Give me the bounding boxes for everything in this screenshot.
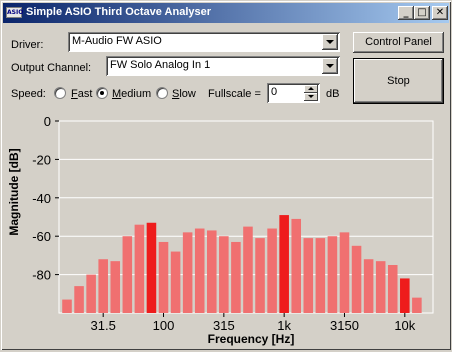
band-bar xyxy=(243,226,253,313)
output-channel-label: Output Channel: xyxy=(11,62,92,74)
title-bar[interactable]: ASIO Simple ASIO Third Octave Analyser _… xyxy=(3,3,449,23)
output-channel-value: FW Solo Analog In 1 xyxy=(110,59,211,71)
asio-app-icon: ASIO xyxy=(6,7,24,18)
band-bar xyxy=(182,232,193,313)
band-bar xyxy=(219,236,229,313)
y-tick-label: -20 xyxy=(32,152,51,167)
band-bar xyxy=(170,251,181,313)
speed-slow-radio[interactable] xyxy=(156,87,168,99)
fullscale-label: Fullscale = xyxy=(208,88,261,100)
band-bar xyxy=(303,238,314,313)
spin-up-icon[interactable] xyxy=(304,85,318,93)
band-bar xyxy=(412,297,422,313)
band-bar xyxy=(339,232,350,313)
band-bar xyxy=(122,236,133,313)
speed-fast-label[interactable]: Fast xyxy=(71,88,92,100)
band-bar xyxy=(158,241,169,313)
band-bar xyxy=(231,241,241,313)
speed-fast-radio[interactable] xyxy=(54,87,66,99)
band-bar xyxy=(98,259,108,313)
maximize-button[interactable]: □ xyxy=(414,6,430,20)
driver-label: Driver: xyxy=(11,39,44,51)
output-channel-dropdown[interactable]: FW Solo Analog In 1 xyxy=(106,56,340,76)
band-bar xyxy=(194,228,205,313)
y-tick-label: -60 xyxy=(32,229,51,244)
band-bar xyxy=(291,218,302,313)
minimize-button[interactable]: _ xyxy=(398,6,414,20)
window-title: Simple ASIO Third Octave Analyser xyxy=(26,6,212,18)
band-bar xyxy=(315,238,326,313)
band-bar xyxy=(206,230,217,313)
y-tick-label: 0 xyxy=(44,114,51,129)
driver-value: M-Audio FW ASIO xyxy=(72,35,162,47)
band-bar xyxy=(62,299,72,313)
band-bar xyxy=(327,236,338,313)
fullscale-spinner[interactable]: 0 xyxy=(267,83,320,103)
band-bar xyxy=(255,238,265,313)
band-bar xyxy=(387,265,398,313)
x-tick-label: 10k xyxy=(394,318,415,333)
band-bar xyxy=(74,286,84,313)
app-window: ASIO Simple ASIO Third Octave Analyser _… xyxy=(0,0,452,351)
stop-button[interactable]: Stop xyxy=(353,58,444,104)
x-tick-label: 31.5 xyxy=(91,318,116,333)
band-bar xyxy=(267,228,277,313)
control-panel-button[interactable]: Control Panel xyxy=(353,32,444,53)
y-tick-label: -40 xyxy=(32,191,51,206)
speed-label: Speed: xyxy=(11,88,46,100)
chevron-down-icon[interactable] xyxy=(322,58,338,74)
band-bar xyxy=(400,278,410,313)
band-bar xyxy=(375,261,386,313)
fullscale-value: 0 xyxy=(271,86,278,98)
close-button[interactable]: ✕ xyxy=(432,6,448,20)
chevron-down-icon[interactable] xyxy=(322,34,338,50)
x-tick-label: 315 xyxy=(213,318,235,333)
fullscale-unit: dB xyxy=(326,88,340,100)
x-tick-label: 3150 xyxy=(330,318,359,333)
speed-slow-label[interactable]: Slow xyxy=(172,88,196,100)
speed-medium-radio[interactable] xyxy=(96,87,108,99)
band-bar xyxy=(134,224,145,313)
x-tick-label: 1k xyxy=(277,318,291,333)
band-bar xyxy=(351,245,362,313)
band-bar xyxy=(146,222,157,313)
spin-down-icon[interactable] xyxy=(304,93,318,101)
third-octave-chart: 0 -20 -40 -60 -80 31.5 100 315 1k 3150 10k Magnitu… xyxy=(7,114,434,346)
y-tick-label: -80 xyxy=(32,268,51,283)
band-bar xyxy=(86,274,96,313)
band-bar xyxy=(110,261,121,313)
x-tick-label: 100 xyxy=(153,318,175,333)
y-axis-label: Magnitude [dB] xyxy=(7,148,21,235)
band-bar xyxy=(279,215,289,313)
speed-medium-label[interactable]: Medium xyxy=(112,88,151,100)
x-axis-label: Frequency [Hz] xyxy=(208,332,295,346)
driver-dropdown[interactable]: M-Audio FW ASIO xyxy=(68,32,340,52)
band-bar xyxy=(363,259,374,313)
